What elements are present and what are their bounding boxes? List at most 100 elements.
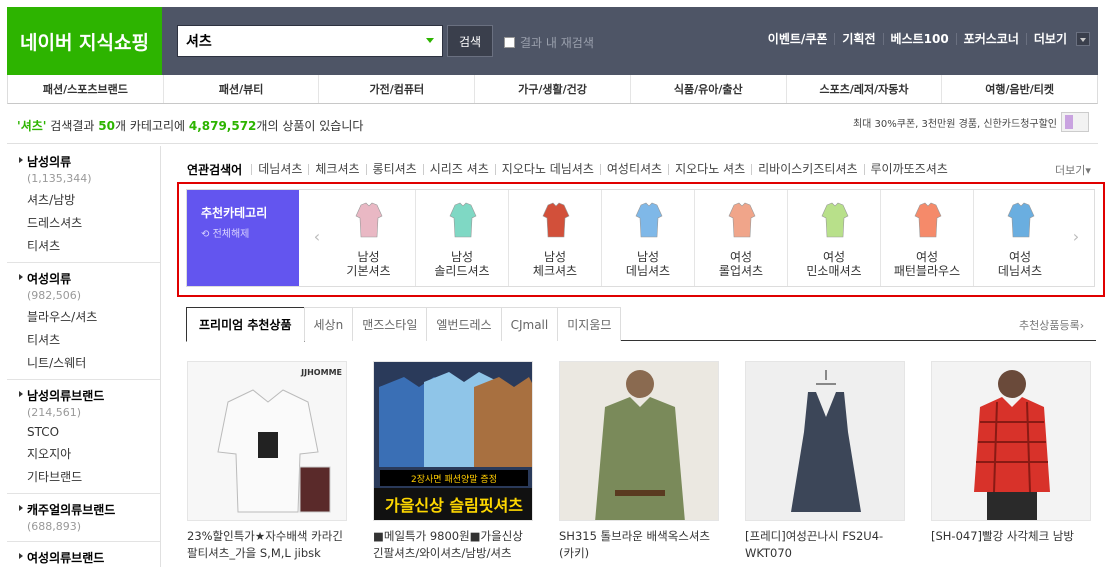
sidebar-item[interactable]: 드레스셔츠 <box>19 214 160 231</box>
tab-elvin-dress[interactable]: 엘번드레스 <box>426 307 502 341</box>
category-travel[interactable]: 여행/음반/티켓 <box>941 75 1097 103</box>
category-furniture[interactable]: 가구/생활/건강 <box>474 75 630 103</box>
register-recommend-label: 추천상품등록 <box>1019 319 1080 332</box>
sidebar-group-men: 남성의류 (1,135,344) 셔츠/남방 드레스셔츠 티셔츠 <box>7 146 160 263</box>
product-image[interactable]: JJHOMME <box>187 361 347 521</box>
recommend-item-line2: 데님셔츠 <box>625 264 671 278</box>
sidebar-item[interactable]: 지오지아 <box>19 445 160 462</box>
tab-mens-style[interactable]: 맨즈스타일 <box>352 307 428 341</box>
top-menu: 이벤트/쿠폰 기획전 베스트100 포커스코너 더보기 <box>761 32 1090 46</box>
category-fashion-sports[interactable]: 패션/스포츠브랜드 <box>8 75 163 103</box>
product-item[interactable]: [프레디]여성끈나시 FS2U4-WKT070 <box>745 361 905 562</box>
top-menu-focus[interactable]: 포커스코너 <box>955 33 1026 45</box>
sidebar-heading[interactable]: 여성의류브랜드 <box>19 549 160 566</box>
recommend-item-line1: 남성 <box>636 250 660 264</box>
product-item[interactable]: JJHOMME 23%할인특가★자수배색 카라긴팔티셔츠_가을 S,M,L ji… <box>187 361 347 562</box>
sidebar-group-men-brand: 남성의류브랜드 (214,561) STCO 지오지아 기타브랜드 <box>7 380 160 494</box>
product-name[interactable]: ■메일특가 9800원■가을신상 긴팔셔츠/와이셔츠/남방/셔츠 <box>373 528 537 562</box>
research-option[interactable]: 결과 내 재검색 <box>504 34 594 51</box>
recommend-item-label: 여성 데님셔츠 <box>974 250 1066 278</box>
related-term[interactable]: 시리즈 셔츠 <box>422 163 495 175</box>
related-term[interactable]: 데님셔츠 <box>251 163 308 175</box>
recommend-item[interactable]: 여성 민소매셔츠 <box>787 190 880 286</box>
related-term[interactable]: 지오다노 데님셔츠 <box>494 163 600 175</box>
card-icon <box>1061 112 1089 132</box>
search-input[interactable] <box>186 31 416 51</box>
summary-keyword: 셔츠 <box>20 119 43 133</box>
product-name[interactable]: SH315 톨브라운 배색옥스셔츠(카키) <box>559 528 723 562</box>
chevron-down-icon[interactable] <box>1076 32 1090 46</box>
sidebar-item[interactable]: 티셔츠 <box>19 237 160 254</box>
related-term[interactable]: 체크셔츠 <box>308 163 365 175</box>
sidebar-group-women: 여성의류 (982,506) 블라우스/셔츠 티셔츠 니트/스웨터 <box>7 263 160 380</box>
recommend-item[interactable]: 남성 데님셔츠 <box>601 190 694 286</box>
product-image[interactable] <box>931 361 1091 521</box>
sidebar-item[interactable]: 니트/스웨터 <box>19 354 160 371</box>
reset-all-button[interactable]: ⟲ 전체해제 <box>201 225 299 240</box>
category-electronics[interactable]: 가전/컴퓨터 <box>318 75 474 103</box>
naver-shopping-logo[interactable]: 네이버 지식쇼핑 <box>7 7 162 75</box>
product-item[interactable]: SH315 톨브라운 배색옥스셔츠(카키) <box>559 361 719 562</box>
related-term[interactable]: 여성티셔츠 <box>599 163 668 175</box>
tab-sesang[interactable]: 세상n <box>303 307 354 341</box>
sidebar-item[interactable]: 티셔츠 <box>19 331 160 348</box>
recommend-item[interactable]: 남성 기본셔츠 <box>322 190 415 286</box>
sidebar-item[interactable]: 기타브랜드 <box>19 468 160 485</box>
product-name[interactable]: 23%할인특가★자수배색 카라긴팔티셔츠_가을 S,M,L jibsk <box>187 528 351 562</box>
tab-cjmall[interactable]: CJmall <box>500 307 559 341</box>
research-checkbox[interactable] <box>504 37 515 48</box>
promo-banner[interactable]: 최대 30%쿠폰, 3천만원 경품, 신한카드청구할인 <box>853 112 1089 132</box>
chevron-left-icon[interactable]: ‹ <box>312 229 322 245</box>
recommend-item-line2: 솔리드셔츠 <box>434 264 490 278</box>
recommend-item-label: 여성 패턴블라우스 <box>881 250 973 278</box>
related-term[interactable]: 리바이스키즈티셔츠 <box>751 163 863 175</box>
related-term[interactable]: 롱티셔츠 <box>365 163 423 175</box>
category-fashion-beauty[interactable]: 패션/뷰티 <box>162 75 319 103</box>
sidebar-heading[interactable]: 여성의류 <box>19 270 160 287</box>
promo-banner-small: 2장사면 패션양말 증정 <box>380 470 528 486</box>
recommend-item[interactable]: 여성 롤업셔츠 <box>694 190 787 286</box>
promo-banner-big: 가을신상 슬림핏셔츠 <box>374 488 532 520</box>
related-term[interactable]: 루이까또즈셔츠 <box>863 163 954 175</box>
product-name[interactable]: [프레디]여성끈나시 FS2U4-WKT070 <box>745 528 909 562</box>
top-menu-more[interactable]: 더보기 <box>1025 33 1074 45</box>
sidebar-group-casual-brand: 캐주얼의류브랜드 (688,893) <box>7 494 160 542</box>
tab-mijium[interactable]: 미지움므 <box>557 307 622 341</box>
sidebar-item[interactable]: 블라우스/셔츠 <box>19 308 160 325</box>
related-term[interactable]: 지오다노 셔츠 <box>668 163 751 175</box>
top-menu-best100[interactable]: 베스트100 <box>882 33 956 45</box>
product-item[interactable]: 2장사면 패션양말 증정 가을신상 슬림핏셔츠 ■메일특가 9800원■가을신상… <box>373 361 533 562</box>
product-image[interactable] <box>559 361 719 521</box>
related-label: 연관검색어 <box>187 163 243 177</box>
related-searches: 연관검색어 데님셔츠 체크셔츠 롱티셔츠 시리즈 셔츠 지오다노 데님셔츠 여성… <box>187 161 954 178</box>
search-dropdown-icon[interactable] <box>426 38 434 43</box>
sidebar-item[interactable]: 셔츠/남방 <box>19 191 160 208</box>
product-image[interactable] <box>745 361 905 521</box>
sidebar-heading[interactable]: 남성의류 <box>19 153 160 170</box>
recommend-item[interactable]: 여성 패턴블라우스 <box>880 190 973 286</box>
recommend-category-panel: 추천카테고리 ⟲ 전체해제 ‹ 남성 기본셔츠 남성 솔리드셔츠 남성 체크셔츠 남성 데님셔… <box>186 189 1095 287</box>
category-sports[interactable]: 스포츠/레저/자동차 <box>785 75 942 103</box>
recommend-item-line1: 여성 <box>915 250 939 264</box>
register-recommend-link[interactable]: 추천상품등록› <box>1019 317 1084 333</box>
related-more-link[interactable]: 더보기▾ <box>1055 162 1091 178</box>
promo-text: 최대 30%쿠폰, 3천만원 경품, 신한카드청구할인 <box>852 118 1057 130</box>
search-box[interactable] <box>177 25 443 57</box>
recommend-item[interactable]: 남성 체크셔츠 <box>508 190 601 286</box>
sidebar-item[interactable]: STCO <box>19 425 160 439</box>
product-item[interactable]: [SH-047]빨강 사각체크 남방 <box>931 361 1091 545</box>
sidebar-heading[interactable]: 캐주얼의류브랜드 <box>19 501 160 518</box>
top-menu-event[interactable]: 이벤트/쿠폰 <box>761 33 835 45</box>
tab-premium[interactable]: 프리미엄 추천상품 <box>186 307 305 342</box>
chevron-right-icon[interactable]: › <box>1071 229 1081 245</box>
product-image[interactable]: 2장사면 패션양말 증정 가을신상 슬림핏셔츠 <box>373 361 533 521</box>
top-menu-special[interactable]: 기획전 <box>834 33 882 45</box>
sidebar-heading[interactable]: 남성의류브랜드 <box>19 387 160 404</box>
product-name[interactable]: [SH-047]빨강 사각체크 남방 <box>931 528 1095 545</box>
search-button[interactable]: 검색 <box>447 25 493 57</box>
recommend-item[interactable]: 남성 솔리드셔츠 <box>415 190 508 286</box>
category-food[interactable]: 식품/유아/출산 <box>629 75 786 103</box>
recommend-item-line2: 패턴블라우스 <box>893 264 961 278</box>
recommend-item-line1: 여성 <box>729 250 753 264</box>
recommend-item[interactable]: 여성 데님셔츠 <box>973 190 1066 286</box>
